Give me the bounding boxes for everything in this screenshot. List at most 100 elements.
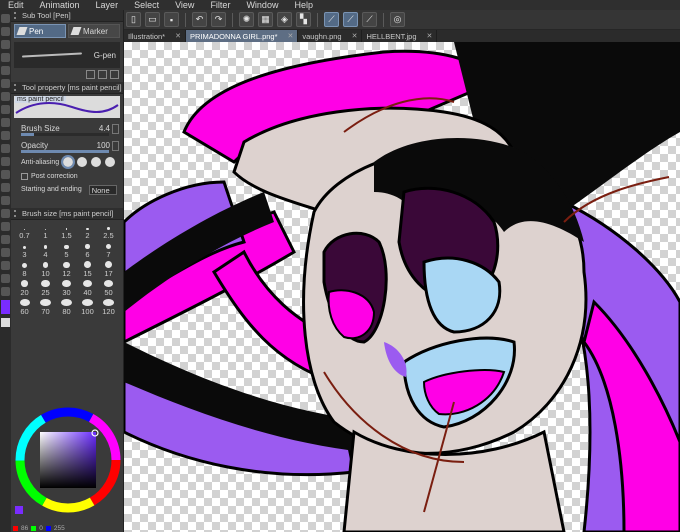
undo-icon[interactable]: ↶ xyxy=(192,12,207,27)
airbrush-tool-icon[interactable] xyxy=(1,105,10,114)
green-value[interactable]: 0 xyxy=(39,525,43,532)
subtool-tab-pen[interactable]: Pen xyxy=(14,24,66,38)
brush-size-preset[interactable]: 8 xyxy=(15,261,34,278)
brush-size-preset[interactable]: 100 xyxy=(78,299,97,316)
open-file-icon[interactable]: ▭ xyxy=(145,12,160,27)
menu-select[interactable]: Select xyxy=(126,0,167,10)
operation-tool-icon[interactable] xyxy=(1,248,10,257)
text-tool-icon[interactable] xyxy=(1,183,10,192)
layer-move-tool-icon[interactable] xyxy=(1,287,10,296)
ruler-tool-icon[interactable] xyxy=(1,222,10,231)
eyedropper-tool-icon[interactable] xyxy=(1,53,10,62)
brush-size-value[interactable]: 4.4 xyxy=(86,124,110,133)
new-file-icon[interactable]: ▯ xyxy=(126,12,141,27)
brush-size-preset[interactable]: 4 xyxy=(36,242,55,259)
drag-handle-icon[interactable] xyxy=(14,84,19,91)
fill-icon[interactable]: ◈ xyxy=(277,12,292,27)
lasso-tool-icon[interactable] xyxy=(1,40,10,49)
transform-icon[interactable]: ▚ xyxy=(296,12,311,27)
frame-tool-icon[interactable] xyxy=(1,235,10,244)
opacity-spinner-icon[interactable] xyxy=(112,140,119,151)
brush-tool-icon[interactable] xyxy=(1,92,10,101)
figure-tool-icon[interactable] xyxy=(1,170,10,179)
artwork-canvas[interactable] xyxy=(124,42,680,532)
close-icon[interactable]: ✕ xyxy=(288,32,294,40)
brush-size-preset[interactable]: 30 xyxy=(57,280,76,297)
snap-ruler-icon[interactable]: ⟋ xyxy=(324,12,339,27)
eraser-tool-icon[interactable] xyxy=(1,118,10,127)
brush-size-preset[interactable]: 60 xyxy=(15,299,34,316)
brush-size-preset[interactable]: 0.7 xyxy=(15,223,34,240)
red-value[interactable]: 86 xyxy=(21,525,28,532)
file-tab-vaughn[interactable]: vaughn.png ✕ xyxy=(298,30,363,42)
redo-icon[interactable]: ↷ xyxy=(211,12,226,27)
post-correction-row[interactable]: Post correction xyxy=(11,170,123,183)
pen-tool-icon[interactable] xyxy=(1,66,10,75)
brush-size-preset[interactable]: 25 xyxy=(36,280,55,297)
clear-icon[interactable]: ▦ xyxy=(258,12,273,27)
zoom-tool-icon[interactable] xyxy=(1,14,10,23)
brush-size-preset[interactable]: 80 xyxy=(57,299,76,316)
file-tab-illustration[interactable]: Illustration* ✕ xyxy=(124,30,186,42)
file-tab-primadonna[interactable]: PRIMADONNA GIRL.png* ✕ xyxy=(185,30,299,42)
menu-edit[interactable]: Edit xyxy=(0,0,32,10)
save-icon[interactable]: ▪ xyxy=(164,12,179,27)
menu-filter[interactable]: Filter xyxy=(202,0,238,10)
brush-size-preset[interactable]: 120 xyxy=(99,299,118,316)
color-wheel[interactable] xyxy=(13,402,123,520)
drag-handle-icon[interactable] xyxy=(14,12,19,19)
menu-help[interactable]: Help xyxy=(286,0,321,10)
move-tool-icon[interactable] xyxy=(1,27,10,36)
blend-tool-icon[interactable] xyxy=(1,131,10,140)
drag-handle-icon[interactable] xyxy=(14,210,19,217)
duplicate-icon[interactable] xyxy=(86,70,95,79)
fill-tool-icon[interactable] xyxy=(1,144,10,153)
brush-size-preset[interactable]: 1 xyxy=(36,223,55,240)
opacity-value[interactable]: 100 xyxy=(86,141,110,150)
brush-size-preset[interactable]: 7 xyxy=(99,242,118,259)
blue-value[interactable]: 255 xyxy=(54,525,65,532)
brush-size-preset[interactable]: 1.5 xyxy=(57,223,76,240)
brush-size-preset[interactable]: 17 xyxy=(99,261,118,278)
correct-line-tool-icon[interactable] xyxy=(1,209,10,218)
brush-size-preset[interactable]: 15 xyxy=(78,261,97,278)
sub-color-swatch[interactable] xyxy=(1,318,10,327)
menu-window[interactable]: Window xyxy=(238,0,286,10)
brush-size-preset[interactable]: 10 xyxy=(36,261,55,278)
brush-size-row[interactable]: Brush Size 4.4 xyxy=(11,120,123,137)
brush-size-preset[interactable]: 6 xyxy=(78,242,97,259)
opacity-slider[interactable] xyxy=(21,150,109,153)
brush-size-preset[interactable]: 5 xyxy=(57,242,76,259)
close-icon[interactable]: ✕ xyxy=(352,32,358,40)
rotate-tool-icon[interactable] xyxy=(1,261,10,270)
close-icon[interactable]: ✕ xyxy=(427,32,433,40)
post-correction-checkbox[interactable] xyxy=(21,173,28,180)
balloon-tool-icon[interactable] xyxy=(1,196,10,205)
file-tab-hellbent[interactable]: HELLBENT.jpg ✕ xyxy=(362,30,438,42)
antialias-medium-icon[interactable] xyxy=(91,157,102,167)
starting-ending-select[interactable]: None xyxy=(88,184,117,195)
brush-size-preset[interactable]: 2.5 xyxy=(99,223,118,240)
hand-tool-icon[interactable] xyxy=(1,274,10,283)
menu-layer[interactable]: Layer xyxy=(88,0,127,10)
brush-item-gpen[interactable]: G-pen xyxy=(14,42,120,68)
opacity-row[interactable]: Opacity 100 xyxy=(11,137,123,154)
menu-view[interactable]: View xyxy=(167,0,202,10)
main-color-chip[interactable] xyxy=(15,506,23,514)
brush-size-preset[interactable]: 20 xyxy=(15,280,34,297)
brush-size-preset[interactable]: 70 xyxy=(36,299,55,316)
snap-special-ruler-icon[interactable]: ⟋ xyxy=(343,12,358,27)
canvas-area[interactable] xyxy=(124,42,680,532)
delete-icon[interactable] xyxy=(110,70,119,79)
brush-size-spinner-icon[interactable] xyxy=(112,123,119,134)
companion-icon[interactable]: ◎ xyxy=(390,12,405,27)
brush-size-slider[interactable] xyxy=(21,133,109,136)
subtool-tab-marker[interactable]: Marker xyxy=(68,24,120,38)
brush-size-preset[interactable]: 40 xyxy=(78,280,97,297)
antialias-weak-icon[interactable] xyxy=(77,157,88,167)
brush-size-preset[interactable]: 2 xyxy=(78,223,97,240)
pencil-tool-icon[interactable] xyxy=(1,79,10,88)
brush-size-preset[interactable]: 3 xyxy=(15,242,34,259)
brush-size-preset[interactable]: 50 xyxy=(99,280,118,297)
menu-animation[interactable]: Animation xyxy=(32,0,88,10)
